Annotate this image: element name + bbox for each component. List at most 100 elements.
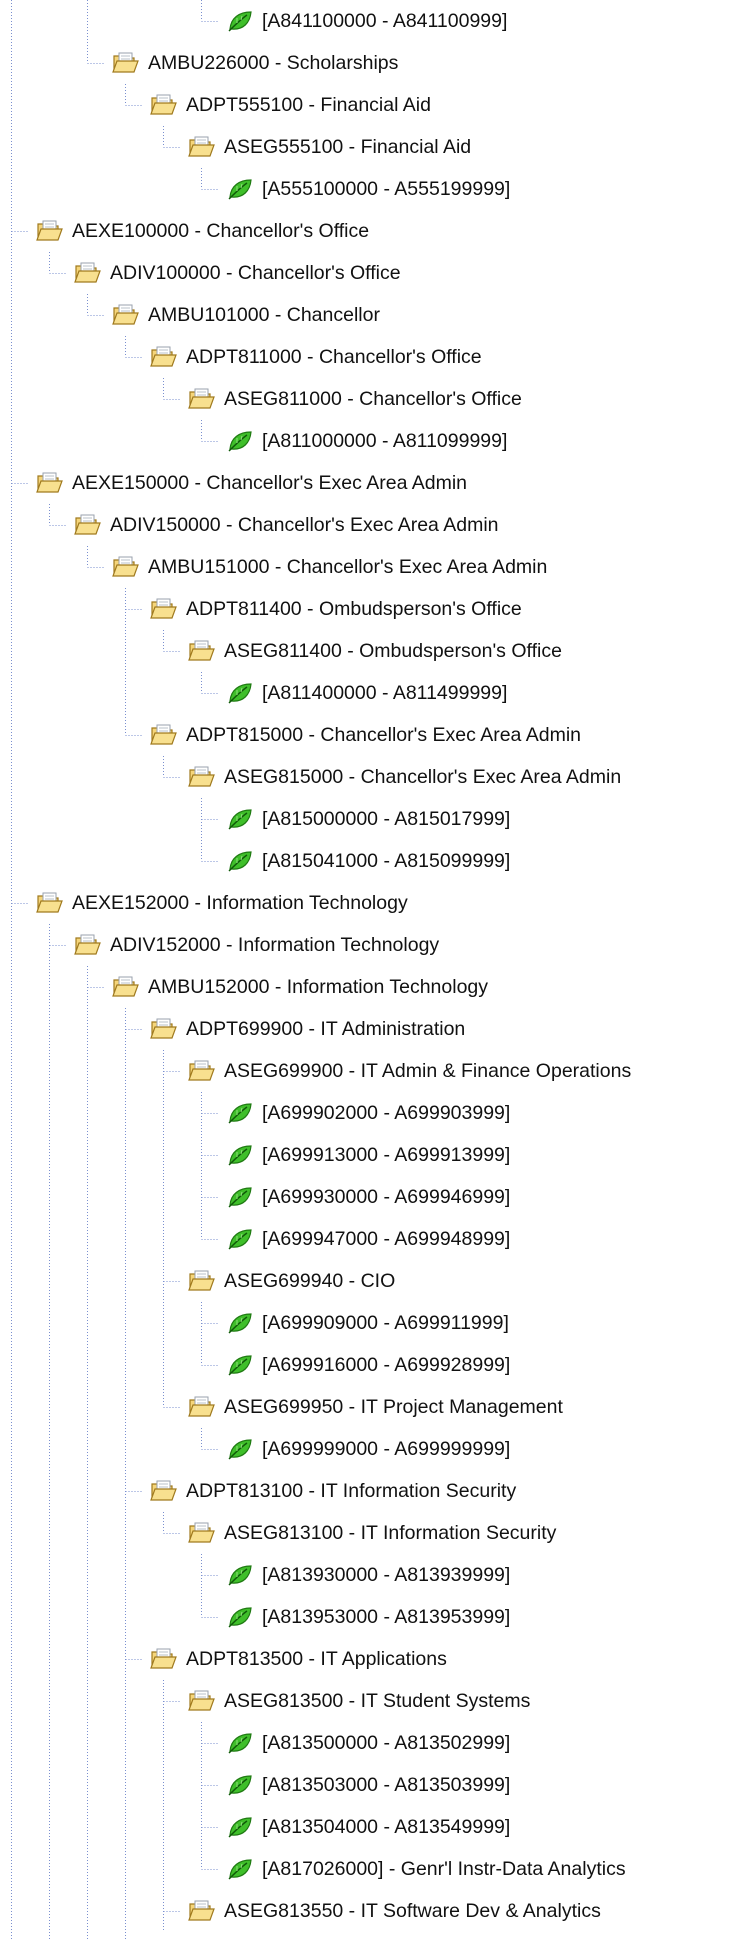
tree-node-range[interactable]: [A817026000] - Genr'l Instr-Data Analyti… xyxy=(226,1848,626,1890)
tree-node-folder[interactable]: ASEG811400 - Ombudsperson's Office xyxy=(188,630,562,672)
tree-node-folder[interactable]: ADPT815000 - Chancellor's Exec Area Admi… xyxy=(150,714,581,756)
tree-node-folder[interactable]: ADIV150000 - Chancellor's Exec Area Admi… xyxy=(74,504,499,546)
tree-node-label: ADPT813100 - IT Information Security xyxy=(186,1480,517,1502)
tree-node-label: AEXE152000 - Information Technology xyxy=(72,892,408,914)
tree-node-range[interactable]: [A813504000 - A813549999] xyxy=(226,1806,510,1848)
tree-node-folder[interactable]: AMBU226000 - Scholarships xyxy=(112,42,398,84)
tree-node-label: AMBU152000 - Information Technology xyxy=(148,976,489,998)
tree-node-label: [A811000000 - A811099999] xyxy=(262,430,508,452)
leaf-icon xyxy=(226,1605,254,1629)
tree-node-folder[interactable]: ASEG699900 - IT Admin & Finance Operatio… xyxy=(188,1050,631,1092)
open-folder-icon xyxy=(150,345,178,369)
tree-node-folder[interactable]: AMBU152000 - Information Technology xyxy=(112,966,488,1008)
open-folder-icon xyxy=(150,723,178,747)
tree-node-range[interactable]: [A699930000 - A699946999] xyxy=(226,1176,510,1218)
tree-node-range[interactable]: [A555100000 - A555199999] xyxy=(226,168,510,210)
tree-node-range[interactable]: [A815000000 - A815017999] xyxy=(226,798,510,840)
open-folder-icon xyxy=(150,597,178,621)
open-folder-icon xyxy=(36,219,64,243)
tree-node-folder[interactable]: ASEG813500 - IT Student Systems xyxy=(188,1680,530,1722)
open-folder-icon xyxy=(150,1017,178,1041)
tree-node-label: AMBU151000 - Chancellor's Exec Area Admi… xyxy=(148,556,548,578)
tree-node-folder[interactable]: ADPT813100 - IT Information Security xyxy=(150,1470,516,1512)
tree-node-label: ADPT555100 - Financial Aid xyxy=(186,94,431,116)
leaf-icon xyxy=(226,1101,254,1125)
tree-node-folder[interactable]: ADPT813500 - IT Applications xyxy=(150,1638,447,1680)
tree-node-label: ASEG699950 - IT Project Management xyxy=(224,1396,563,1418)
tree-node-folder[interactable]: ADPT555100 - Financial Aid xyxy=(150,84,431,126)
open-folder-icon xyxy=(188,765,216,789)
open-folder-icon xyxy=(188,1689,216,1713)
tree-node-label: ASEG811000 - Chancellor's Office xyxy=(224,388,522,410)
leaf-icon xyxy=(226,1227,254,1251)
tree-node-range[interactable]: [A699916000 - A699928999] xyxy=(226,1344,510,1386)
open-folder-icon xyxy=(74,513,102,537)
tree-node-folder[interactable]: AMBU101000 - Chancellor xyxy=(112,294,380,336)
tree-node-range[interactable]: [A699999000 - A699999999] xyxy=(226,1428,510,1470)
tree-node-label: ASEG813500 - IT Student Systems xyxy=(224,1690,531,1712)
open-folder-icon xyxy=(150,1647,178,1671)
tree-node-folder[interactable]: ASEG699940 - CIO xyxy=(188,1260,395,1302)
leaf-icon xyxy=(226,1311,254,1335)
leaf-icon xyxy=(226,1857,254,1881)
open-folder-icon xyxy=(188,1269,216,1293)
tree-node-range[interactable]: [A815041000 - A815099999] xyxy=(226,840,510,882)
tree-node-folder[interactable]: ASEG811000 - Chancellor's Office xyxy=(188,378,522,420)
tree-node-folder[interactable]: AEXE150000 - Chancellor's Exec Area Admi… xyxy=(36,462,467,504)
tree-node-range[interactable]: [A699902000 - A699903999] xyxy=(226,1092,510,1134)
tree-node-label: [A813503000 - A813503999] xyxy=(262,1774,511,1796)
tree-node-range[interactable]: [A813503000 - A813503999] xyxy=(226,1764,510,1806)
tree-node-folder[interactable]: ASEG699950 - IT Project Management xyxy=(188,1386,563,1428)
tree-node-range[interactable]: [A699913000 - A699913999] xyxy=(226,1134,510,1176)
leaf-icon xyxy=(226,1815,254,1839)
tree-node-label: [A699913000 - A699913999] xyxy=(262,1144,511,1166)
leaf-icon xyxy=(226,1773,254,1797)
tree-node-label: ASEG699940 - CIO xyxy=(224,1270,396,1292)
tree-node-label: AEXE150000 - Chancellor's Exec Area Admi… xyxy=(72,472,468,494)
leaf-icon xyxy=(226,849,254,873)
tree-node-label: ADPT811000 - Chancellor's Office xyxy=(186,346,482,368)
tree-node-label: AMBU226000 - Scholarships xyxy=(148,52,399,74)
open-folder-icon xyxy=(188,639,216,663)
tree-node-folder[interactable]: ASEG813550 - IT Software Dev & Analytics xyxy=(188,1890,601,1932)
leaf-icon xyxy=(226,681,254,705)
tree-node-range[interactable]: [A813953000 - A813953999] xyxy=(226,1596,510,1638)
tree-node-folder[interactable]: AEXE152000 - Information Technology xyxy=(36,882,408,924)
tree-node-label: [A813930000 - A813939999] xyxy=(262,1564,511,1586)
open-folder-icon xyxy=(112,555,140,579)
tree-node-folder[interactable]: ADPT811000 - Chancellor's Office xyxy=(150,336,482,378)
open-folder-icon xyxy=(188,387,216,411)
tree-node-range[interactable]: [A813930000 - A813939999] xyxy=(226,1554,510,1596)
tree-node-folder[interactable]: AMBU151000 - Chancellor's Exec Area Admi… xyxy=(112,546,547,588)
leaf-icon xyxy=(226,177,254,201)
tree-node-folder[interactable]: ADPT811400 - Ombudsperson's Office xyxy=(150,588,522,630)
tree-node-folder[interactable]: ADIV152000 - Information Technology xyxy=(74,924,439,966)
tree-node-range[interactable]: [A841100000 - A841100999] xyxy=(226,0,507,42)
tree-node-label: [A699930000 - A699946999] xyxy=(262,1186,511,1208)
open-folder-icon xyxy=(74,933,102,957)
tree-node-label: AMBU101000 - Chancellor xyxy=(148,304,380,326)
tree-node-label: ADPT699900 - IT Administration xyxy=(186,1018,466,1040)
tree-node-range[interactable]: [A813500000 - A813502999] xyxy=(226,1722,510,1764)
tree-node-range[interactable]: [A811000000 - A811099999] xyxy=(226,420,507,462)
open-folder-icon xyxy=(150,93,178,117)
tree-node-folder[interactable]: ASEG815000 - Chancellor's Exec Area Admi… xyxy=(188,756,621,798)
tree-node-label: ASEG815000 - Chancellor's Exec Area Admi… xyxy=(224,766,622,788)
tree-node-label: ADPT815000 - Chancellor's Exec Area Admi… xyxy=(186,724,582,746)
tree-node-folder[interactable]: ADIV100000 - Chancellor's Office xyxy=(74,252,401,294)
tree-node-range[interactable]: [A699947000 - A699948999] xyxy=(226,1218,510,1260)
tree-node-label: ADIV152000 - Information Technology xyxy=(110,934,440,956)
leaf-icon xyxy=(226,1563,254,1587)
tree-node-folder[interactable]: ASEG555100 - Financial Aid xyxy=(188,126,471,168)
tree-node-range[interactable]: [A811400000 - A811499999] xyxy=(226,672,507,714)
leaf-icon xyxy=(226,1185,254,1209)
tree-node-folder[interactable]: ADPT699900 - IT Administration xyxy=(150,1008,465,1050)
tree-node-label: ADIV100000 - Chancellor's Office xyxy=(110,262,401,284)
tree-node-folder[interactable]: AEXE100000 - Chancellor's Office xyxy=(36,210,369,252)
tree-node-folder[interactable]: ASEG813100 - IT Information Security xyxy=(188,1512,556,1554)
tree-node-range[interactable]: [A699909000 - A699911999] xyxy=(226,1302,509,1344)
tree-node-label: ASEG811400 - Ombudsperson's Office xyxy=(224,640,562,662)
tree-node-label: [A817026000] - Genr'l Instr-Data Analyti… xyxy=(262,1858,626,1880)
open-folder-icon xyxy=(36,891,64,915)
tree-node-label: [A813500000 - A813502999] xyxy=(262,1732,511,1754)
